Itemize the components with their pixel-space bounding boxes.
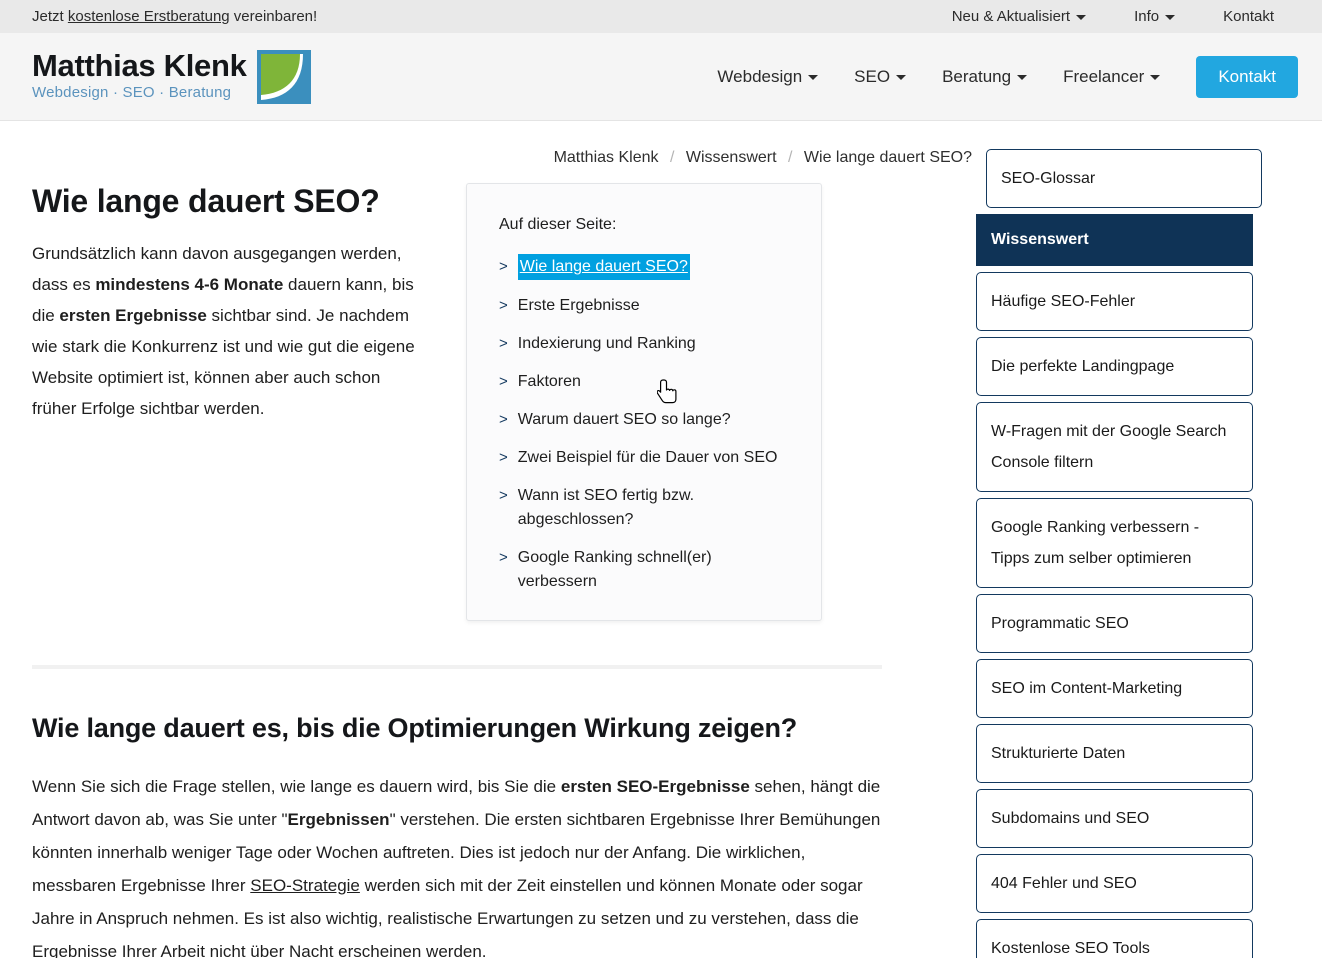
page-title: Wie lange dauert SEO? [32, 183, 380, 219]
promo-suffix: vereinbaren! [229, 8, 318, 25]
chevron-right-icon: > [499, 549, 508, 566]
table-of-contents-card: Auf dieser Seite: > Wie lange dauert SEO… [466, 183, 822, 621]
sidebar-item-google-ranking-verbessern[interactable]: Google Ranking verbessern - Tipps zum se… [976, 498, 1253, 588]
nav-item-seo[interactable]: SEO [836, 67, 924, 87]
sidebar-item-404-fehler-und-seo[interactable]: 404 Fehler und SEO [976, 854, 1253, 913]
chevron-right-icon: > [499, 373, 508, 390]
chevron-down-icon [1076, 14, 1087, 20]
body-bold-ergebnissen: Ergebnissen [287, 810, 390, 829]
sidebar-item-kostenlose-seo-tools[interactable]: Kostenlose SEO Tools [976, 919, 1253, 958]
section-optimierungen: Wie lange dauert es, bis die Optimierung… [32, 713, 972, 958]
topnav-item-kontakt[interactable]: Kontakt [1199, 8, 1298, 25]
promo-banner: Jetzt kostenlose Erstberatung vereinbare… [32, 8, 928, 25]
nav-item-webdesign[interactable]: Webdesign [699, 67, 836, 87]
page-body: Matthias Klenk / Wissenswert / Wie lange… [0, 121, 1322, 958]
toc-list-item: > Wie lange dauert SEO? [499, 254, 795, 280]
main-content-column: Matthias Klenk / Wissenswert / Wie lange… [32, 121, 972, 958]
logo-mark-icon [256, 49, 311, 104]
nav-label: Webdesign [717, 66, 803, 86]
breadcrumb-item-current: Wie lange dauert SEO? [803, 149, 972, 166]
body-bold-seo-ergebnisse: ersten SEO-Ergebnisse [560, 777, 750, 796]
chevron-down-icon [1165, 14, 1176, 20]
site-header: Matthias Klenk Webdesign · SEO · Beratun… [0, 33, 1322, 121]
chevron-down-icon [1017, 74, 1028, 80]
topnav-label: Info [1134, 8, 1160, 25]
utility-nav: Neu & Aktualisiert Info Kontakt [928, 8, 1298, 25]
topnav-label: Kontakt [1223, 8, 1274, 25]
breadcrumb-item-wissenswert[interactable]: Wissenswert [686, 149, 777, 166]
chevron-down-icon [808, 74, 819, 80]
chevron-right-icon: > [499, 297, 508, 314]
chevron-right-icon: > [499, 487, 508, 504]
section-heading: Wie lange dauert es, bis die Optimierung… [32, 713, 798, 743]
sidebar-item-haeufige-seo-fehler[interactable]: Häufige SEO-Fehler [976, 272, 1253, 331]
lead-bold-duration: mindestens 4-6 Monate [95, 275, 284, 294]
section-divider [32, 665, 882, 669]
toc-title: Auf dieser Seite: [499, 216, 617, 233]
toc-list-item: > Faktoren [499, 370, 795, 394]
site-logo[interactable]: Matthias Klenk Webdesign · SEO · Beratun… [32, 47, 311, 104]
breadcrumb-item-home[interactable]: Matthias Klenk [554, 149, 659, 166]
toc-link-erste-ergebnisse[interactable]: Erste Ergebnisse [518, 294, 640, 318]
sidebar-item-subdomains-und-seo[interactable]: Subdomains und SEO [976, 789, 1253, 848]
toc-link-wie-lange-dauert-seo[interactable]: Wie lange dauert SEO? [517, 254, 690, 280]
sidebar-item-programmatic-seo[interactable]: Programmatic SEO [976, 594, 1253, 653]
toc-list-item: > Google Ranking schnell(er) verbessern [499, 546, 795, 594]
toc-list-item: > Zwei Beispiel für die Dauer von SEO [499, 446, 795, 470]
nav-label: Beratung [942, 66, 1012, 86]
breadcrumb-separator: / [788, 149, 793, 166]
sidebar-item-seo-glossar[interactable]: SEO-Glossar [986, 149, 1262, 208]
topnav-item-info[interactable]: Info [1110, 8, 1199, 25]
toc-link-faktoren[interactable]: Faktoren [518, 370, 581, 394]
article-lead-paragraph: Grundsätzlich kann davon ausgegangen wer… [32, 238, 424, 424]
body-link-seo-strategie[interactable]: SEO-Strategie [250, 876, 360, 895]
chevron-right-icon: > [499, 449, 508, 466]
lead-bold-results: ersten Ergebnisse [59, 306, 207, 325]
logo-text: Matthias Klenk Webdesign · SEO · Beratun… [32, 47, 247, 104]
sidebar-item-w-fragen-google-search-console[interactable]: W-Fragen mit der Google Search Console f… [976, 402, 1253, 492]
article-intro: Wie lange dauert SEO? Grundsätzlich kann… [32, 177, 972, 621]
toc-list-item: > Erste Ergebnisse [499, 294, 795, 318]
article-text-block: Wie lange dauert SEO? Grundsätzlich kann… [32, 183, 452, 621]
sidebar: SEO-Glossar Wissenswert Häufige SEO-Fehl… [972, 121, 1262, 958]
sidebar-item-wissenswert-active[interactable]: Wissenswert [976, 214, 1253, 266]
sidebar-list: SEO-Glossar Wissenswert Häufige SEO-Fehl… [976, 149, 1262, 958]
body-text-1: Wenn Sie sich die Frage stellen, wie lan… [32, 777, 561, 796]
nav-label: Freelancer [1063, 66, 1145, 86]
logo-name: Matthias Klenk [32, 47, 247, 83]
toc-list-item: > Warum dauert SEO so lange? [499, 408, 795, 432]
topnav-item-neu-aktualisiert[interactable]: Neu & Aktualisiert [928, 8, 1110, 25]
toc-link-wann-ist-seo-fertig[interactable]: Wann ist SEO fertig bzw. abgeschlossen? [518, 484, 795, 532]
promo-link[interactable]: kostenlose Erstberatung [68, 8, 230, 25]
breadcrumb: Matthias Klenk / Wissenswert / Wie lange… [32, 121, 972, 177]
toc-list-item: > Indexierung und Ranking [499, 332, 795, 356]
breadcrumb-separator: / [669, 149, 675, 166]
sidebar-item-die-perfekte-landingpage[interactable]: Die perfekte Landingpage [976, 337, 1253, 396]
chevron-right-icon: > [499, 411, 508, 428]
promo-prefix: Jetzt [32, 8, 68, 25]
topnav-label: Neu & Aktualisiert [951, 8, 1071, 25]
sidebar-item-strukturierte-daten[interactable]: Strukturierte Daten [976, 724, 1253, 783]
chevron-down-icon [896, 74, 907, 80]
main-nav: Webdesign SEO Beratung Freelancer Kontak… [699, 55, 1298, 98]
utility-topbar: Jetzt kostenlose Erstberatung vereinbare… [0, 0, 1322, 33]
toc-link-indexierung-und-ranking[interactable]: Indexierung und Ranking [518, 332, 696, 356]
chevron-right-icon: > [499, 335, 508, 352]
chevron-down-icon [1150, 74, 1161, 80]
toc-link-warum-dauert-seo-so-lange[interactable]: Warum dauert SEO so lange? [518, 408, 731, 432]
toc-list-item: > Wann ist SEO fertig bzw. abgeschlossen… [499, 484, 795, 532]
nav-item-beratung[interactable]: Beratung [924, 67, 1045, 87]
kontakt-cta-button[interactable]: Kontakt [1196, 55, 1298, 98]
toc-link-google-ranking-verbessern[interactable]: Google Ranking schnell(er) verbessern [518, 546, 795, 594]
sidebar-item-seo-im-content-marketing[interactable]: SEO im Content-Marketing [976, 659, 1253, 718]
logo-tagline: Webdesign · SEO · Beratung [32, 84, 232, 102]
section-paragraph: Wenn Sie sich die Frage stellen, wie lan… [32, 770, 888, 958]
nav-item-freelancer[interactable]: Freelancer [1045, 67, 1178, 87]
chevron-right-icon: > [499, 258, 508, 275]
toc-list: > Wie lange dauert SEO? > Erste Ergebnis… [499, 254, 795, 594]
toc-link-zwei-beispiel-dauer[interactable]: Zwei Beispiel für die Dauer von SEO [518, 446, 778, 470]
nav-label: SEO [854, 66, 891, 86]
